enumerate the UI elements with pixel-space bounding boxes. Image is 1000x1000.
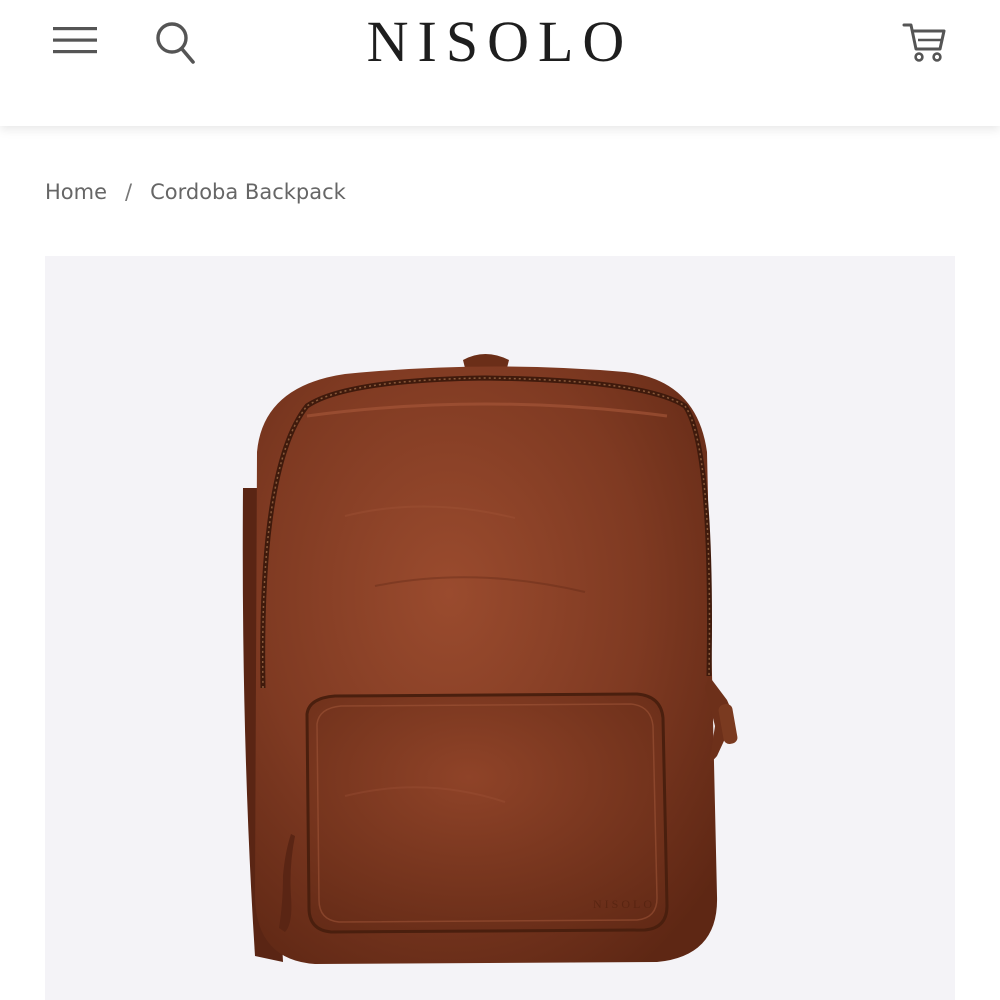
cart-button[interactable]: [895, 14, 955, 70]
shopping-cart-icon: [902, 23, 946, 62]
search-button[interactable]: [146, 14, 206, 70]
brand-logo[interactable]: NISOLO: [250, 6, 750, 78]
menu-button[interactable]: [45, 14, 105, 66]
breadcrumb-separator: /: [125, 180, 133, 204]
product-image[interactable]: NISOLO: [45, 256, 955, 1000]
breadcrumb-home-link[interactable]: Home: [45, 180, 107, 204]
bag-emboss: NISOLO: [593, 897, 655, 911]
breadcrumb: Home / Cordoba Backpack: [45, 176, 346, 208]
breadcrumb-current: Cordoba Backpack: [150, 180, 346, 204]
search-icon: [156, 22, 195, 64]
hamburger-menu-icon: [53, 27, 97, 54]
site-header: NISOLO: [0, 0, 1000, 126]
backpack-illustration: NISOLO: [242, 354, 738, 964]
